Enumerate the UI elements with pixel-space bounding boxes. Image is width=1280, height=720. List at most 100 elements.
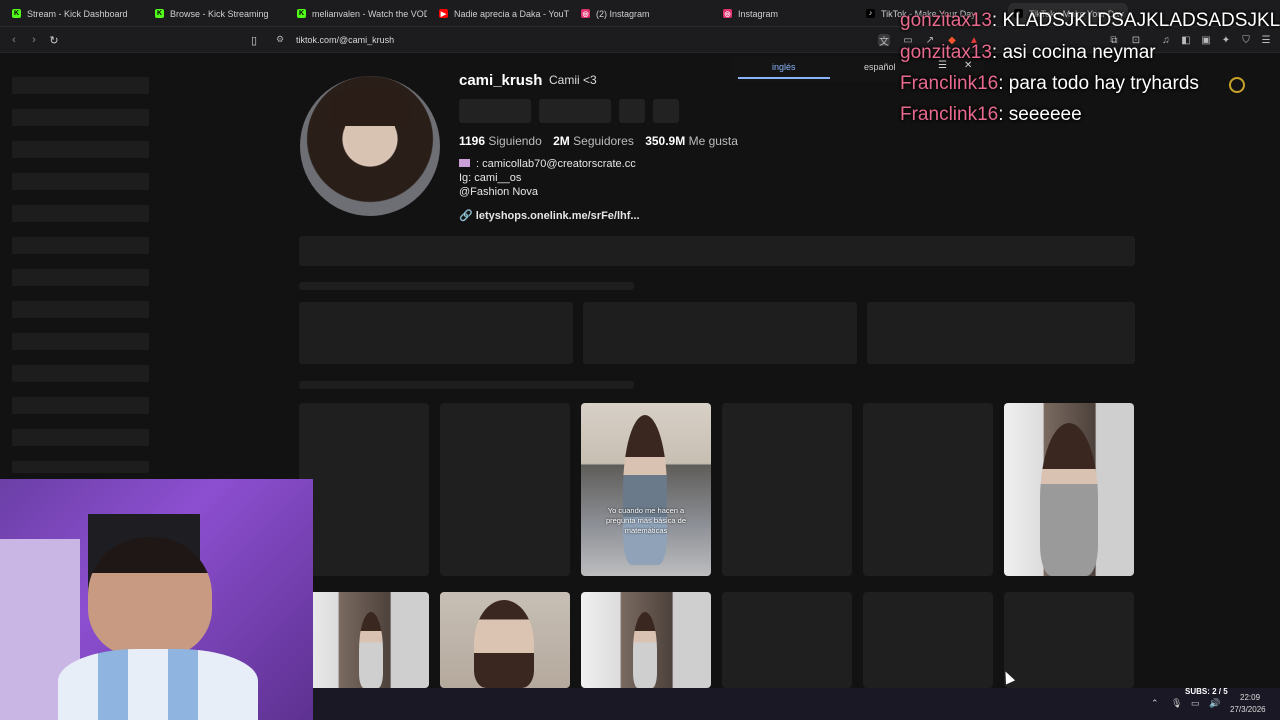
chat-text: seeeeee: [1008, 104, 1082, 125]
kick-icon: K: [297, 9, 306, 18]
tab-kick-vod[interactable]: K melianvalen - Watch the VOD: [297, 3, 427, 24]
back-icon[interactable]: ‹: [6, 32, 22, 48]
leo-icon[interactable]: ✦: [1220, 34, 1232, 46]
tabs-placeholder: [299, 236, 1135, 266]
section-title-placeholder: [299, 381, 634, 389]
playlist-placeholder: [867, 302, 1135, 364]
tab-kick-browse[interactable]: K Browse - Kick Streaming: [155, 3, 285, 24]
profile-avatar[interactable]: [300, 76, 440, 216]
video-tile[interactable]: [299, 592, 429, 688]
profile-stats: 1196 Siguiendo 2M Seguidores 350.9M Me g…: [459, 134, 738, 148]
chat-text: KLADSJKLDSAJKLADSADSJKLSK: [1002, 10, 1280, 31]
followers-label[interactable]: Seguidores: [573, 134, 634, 148]
following-label[interactable]: Siguiendo: [488, 134, 541, 148]
sidebar-icon[interactable]: ◧: [1180, 34, 1192, 46]
video-tile-loading[interactable]: [863, 592, 993, 688]
playlist-placeholder: [299, 302, 573, 364]
sidebar-placeholder: [12, 237, 149, 254]
video-tile[interactable]: [440, 592, 570, 688]
translate-option-source[interactable]: inglés: [772, 62, 796, 72]
instagram-icon: ◎: [723, 9, 732, 18]
translate-option-target[interactable]: español: [864, 62, 896, 72]
chat-message: gonzitax13: KLADSJKLDSAJKLADSADSJKLSK: [900, 10, 1280, 32]
profile-link-text: letyshops.onelink.me/srFe/lhf...: [475, 210, 640, 222]
profile-link[interactable]: 🔗 letyshops.onelink.me/srFe/lhf...: [459, 209, 640, 222]
mail-icon: [459, 159, 470, 167]
tab-title: Browse - Kick Streaming: [170, 8, 269, 19]
clock-time: 22:09: [1240, 693, 1261, 702]
video-tile-loading[interactable]: [299, 403, 429, 576]
video-tile[interactable]: Yo cuando me hacen a pregunta más básica…: [581, 403, 711, 576]
playlist-placeholder: [583, 302, 857, 364]
tab-instagram-1[interactable]: ◎ (2) Instagram: [581, 3, 711, 24]
video-tile-loading[interactable]: [1004, 592, 1134, 688]
sidebar-placeholder: [12, 269, 149, 286]
tab-title: (2) Instagram: [596, 8, 650, 19]
avatar-hair: [330, 86, 410, 126]
webcam-person: [88, 537, 212, 657]
taskbar: SUBS: 2 / 5 ⌃ 🎙 ▭ 🔊 22:09 27/3/2026: [313, 687, 1280, 720]
profile-display-name: Camii <3: [549, 73, 597, 87]
section-title-placeholder: [299, 282, 634, 290]
video-tile-loading[interactable]: [440, 403, 570, 576]
message-button-placeholder: [539, 99, 611, 123]
sidebar-placeholder: [12, 365, 149, 382]
bio-line: Ig: cami__os: [459, 172, 522, 184]
sidebar-placeholder: [12, 205, 149, 222]
video-tile-loading[interactable]: [863, 403, 993, 576]
site-info-icon[interactable]: ⚙: [276, 34, 284, 45]
bookmark-icon[interactable]: ▯: [246, 32, 262, 48]
video-subject: [474, 600, 534, 688]
clock-date: 27/3/2026: [1230, 705, 1266, 714]
vpn-icon[interactable]: ⛉: [1240, 34, 1252, 46]
wallet-icon[interactable]: ▣: [1200, 34, 1212, 46]
video-tile[interactable]: [1004, 403, 1134, 576]
followers-count: 2M: [553, 134, 570, 148]
video-caption: Yo cuando me hacen a pregunta más básica…: [605, 506, 687, 535]
translate-icon[interactable]: 文: [878, 34, 890, 48]
youtube-icon: ▶: [439, 9, 448, 18]
sidebar-placeholder: [12, 173, 149, 190]
video-tile-loading[interactable]: [722, 592, 852, 688]
webcam-shirt: [58, 649, 258, 720]
video-subject: [633, 612, 657, 688]
media-icon[interactable]: ♫: [1160, 34, 1172, 46]
tab-kick-dashboard[interactable]: K Stream - Kick Dashboard: [12, 3, 142, 24]
kick-icon: K: [155, 9, 164, 18]
volume-icon[interactable]: 🔊: [1209, 698, 1220, 709]
address-bar[interactable]: ⚙ tiktok.com/@cami_krush: [266, 31, 896, 49]
instagram-icon: ◎: [581, 9, 590, 18]
bio-line[interactable]: @Fashion Nova: [459, 185, 636, 199]
video-tile-loading[interactable]: [722, 403, 852, 576]
network-icon[interactable]: ▭: [1191, 698, 1200, 709]
microphone-icon[interactable]: 🎙: [1171, 698, 1182, 709]
chevron-up-icon[interactable]: ⌃: [1151, 698, 1159, 709]
tab-title: melianvalen - Watch the VOD: [312, 8, 427, 19]
loading-spinner-icon: [1229, 77, 1245, 93]
reload-icon[interactable]: ↻: [46, 32, 62, 48]
kick-icon: K: [12, 9, 21, 18]
chat-username: Franclink16: [900, 104, 999, 125]
chat-message: Franclink16: para todo hay tryhards: [900, 73, 1199, 94]
sidebar-placeholder: [12, 109, 149, 126]
chat-username: gonzitax13: [900, 42, 992, 63]
following-count: 1196: [459, 134, 486, 148]
webcam-overlay: [0, 479, 313, 720]
sidebar-placeholder: [12, 301, 149, 318]
menu-icon[interactable]: ☰: [1260, 34, 1272, 46]
video-tile[interactable]: [581, 592, 711, 688]
link-icon: 🔗: [459, 210, 473, 222]
likes-label: Me gusta: [688, 134, 738, 148]
tiktok-icon: ♪: [866, 9, 875, 18]
sidebar-placeholder: [12, 397, 149, 414]
likes-count: 350.9M: [645, 134, 686, 148]
tab-title: Nadie aprecia a Daka - YouTube: [454, 8, 569, 19]
url-text: tiktok.com/@cami_krush: [296, 35, 395, 45]
sidebar-placeholder: [12, 77, 149, 94]
chat-text: asi cocina neymar: [1002, 42, 1156, 63]
tab-instagram-2[interactable]: ◎ Instagram: [723, 3, 853, 24]
sidebar-placeholder: [12, 461, 149, 473]
forward-icon[interactable]: ›: [26, 32, 42, 48]
profile-username: cami_krush: [459, 72, 543, 89]
tab-youtube[interactable]: ▶ Nadie aprecia a Daka - YouTube: [439, 3, 569, 24]
